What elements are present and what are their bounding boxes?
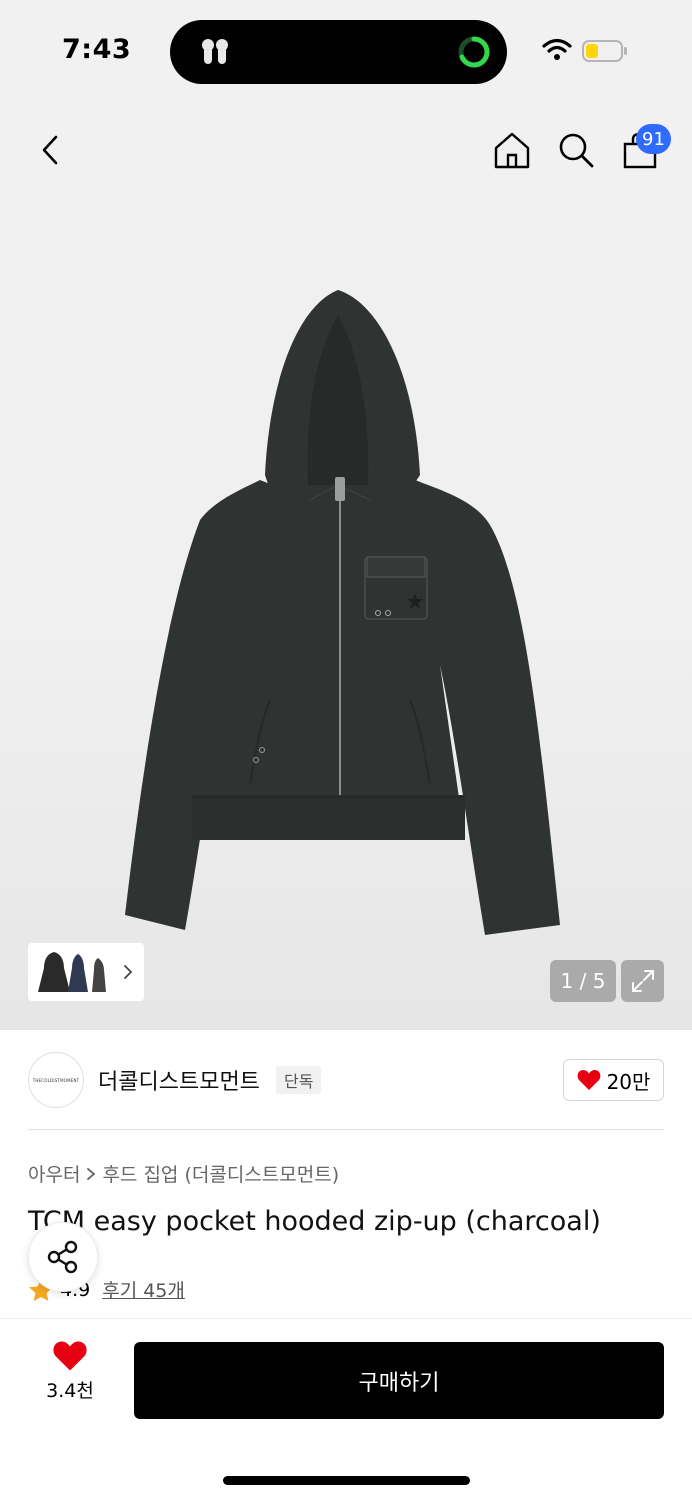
thumbnail-strip[interactable] [28,943,144,1001]
breadcrumb-subcategory[interactable]: 후드 집업 (더콜디스트모먼트) [102,1160,339,1187]
search-icon [559,133,594,168]
product-image[interactable] [120,285,570,940]
chevron-right-icon [87,1167,96,1180]
status-time: 7:43 [62,34,132,65]
wishlist-count: 3.4천 [46,1380,94,1402]
divider [28,1129,664,1130]
dynamic-island [170,20,507,84]
brand-like-count: 20만 [606,1069,651,1094]
heart-icon [577,1070,600,1090]
thumbnail-images [38,952,106,992]
battery-icon [582,40,627,62]
brand-logo-text: THECOLDISTMOMENT [32,1077,80,1083]
heart-icon [53,1341,87,1371]
cart-count-badge: 91 [636,124,671,154]
chevron-right-icon [124,965,133,979]
share-button[interactable] [28,1222,98,1292]
activity-ring-icon [458,36,490,68]
expand-button[interactable] [621,960,664,1002]
airpods-icon [202,39,228,64]
home-indicator [223,1476,470,1485]
breadcrumb-category[interactable]: 아우터 [28,1160,80,1187]
breadcrumb: 아우터 후드 집업 (더콜디스트모먼트) [28,1160,339,1187]
chevron-left-icon [42,135,58,165]
wishlist-button[interactable]: 3.4천 [36,1340,104,1403]
reviews-link[interactable]: 후기 45개 [102,1276,185,1303]
search-button[interactable] [554,128,598,172]
brand-logo[interactable]: THECOLDISTMOMENT [28,1052,84,1108]
expand-icon [631,970,654,992]
share-icon [47,1240,78,1274]
wifi-icon [542,38,572,60]
exclusive-badge: 단독 [276,1066,322,1094]
home-button[interactable] [490,128,534,172]
product-title: TCM easy pocket hooded zip-up (charcoal) [28,1206,601,1237]
brand-like-button[interactable]: 20만 [563,1059,664,1101]
image-counter: 1 / 5 [550,960,616,1002]
home-icon [494,132,530,169]
buy-button[interactable]: 구매하기 [134,1342,664,1419]
back-button[interactable] [28,128,72,172]
brand-name[interactable]: 더콜디스트모먼트 [98,1064,260,1096]
